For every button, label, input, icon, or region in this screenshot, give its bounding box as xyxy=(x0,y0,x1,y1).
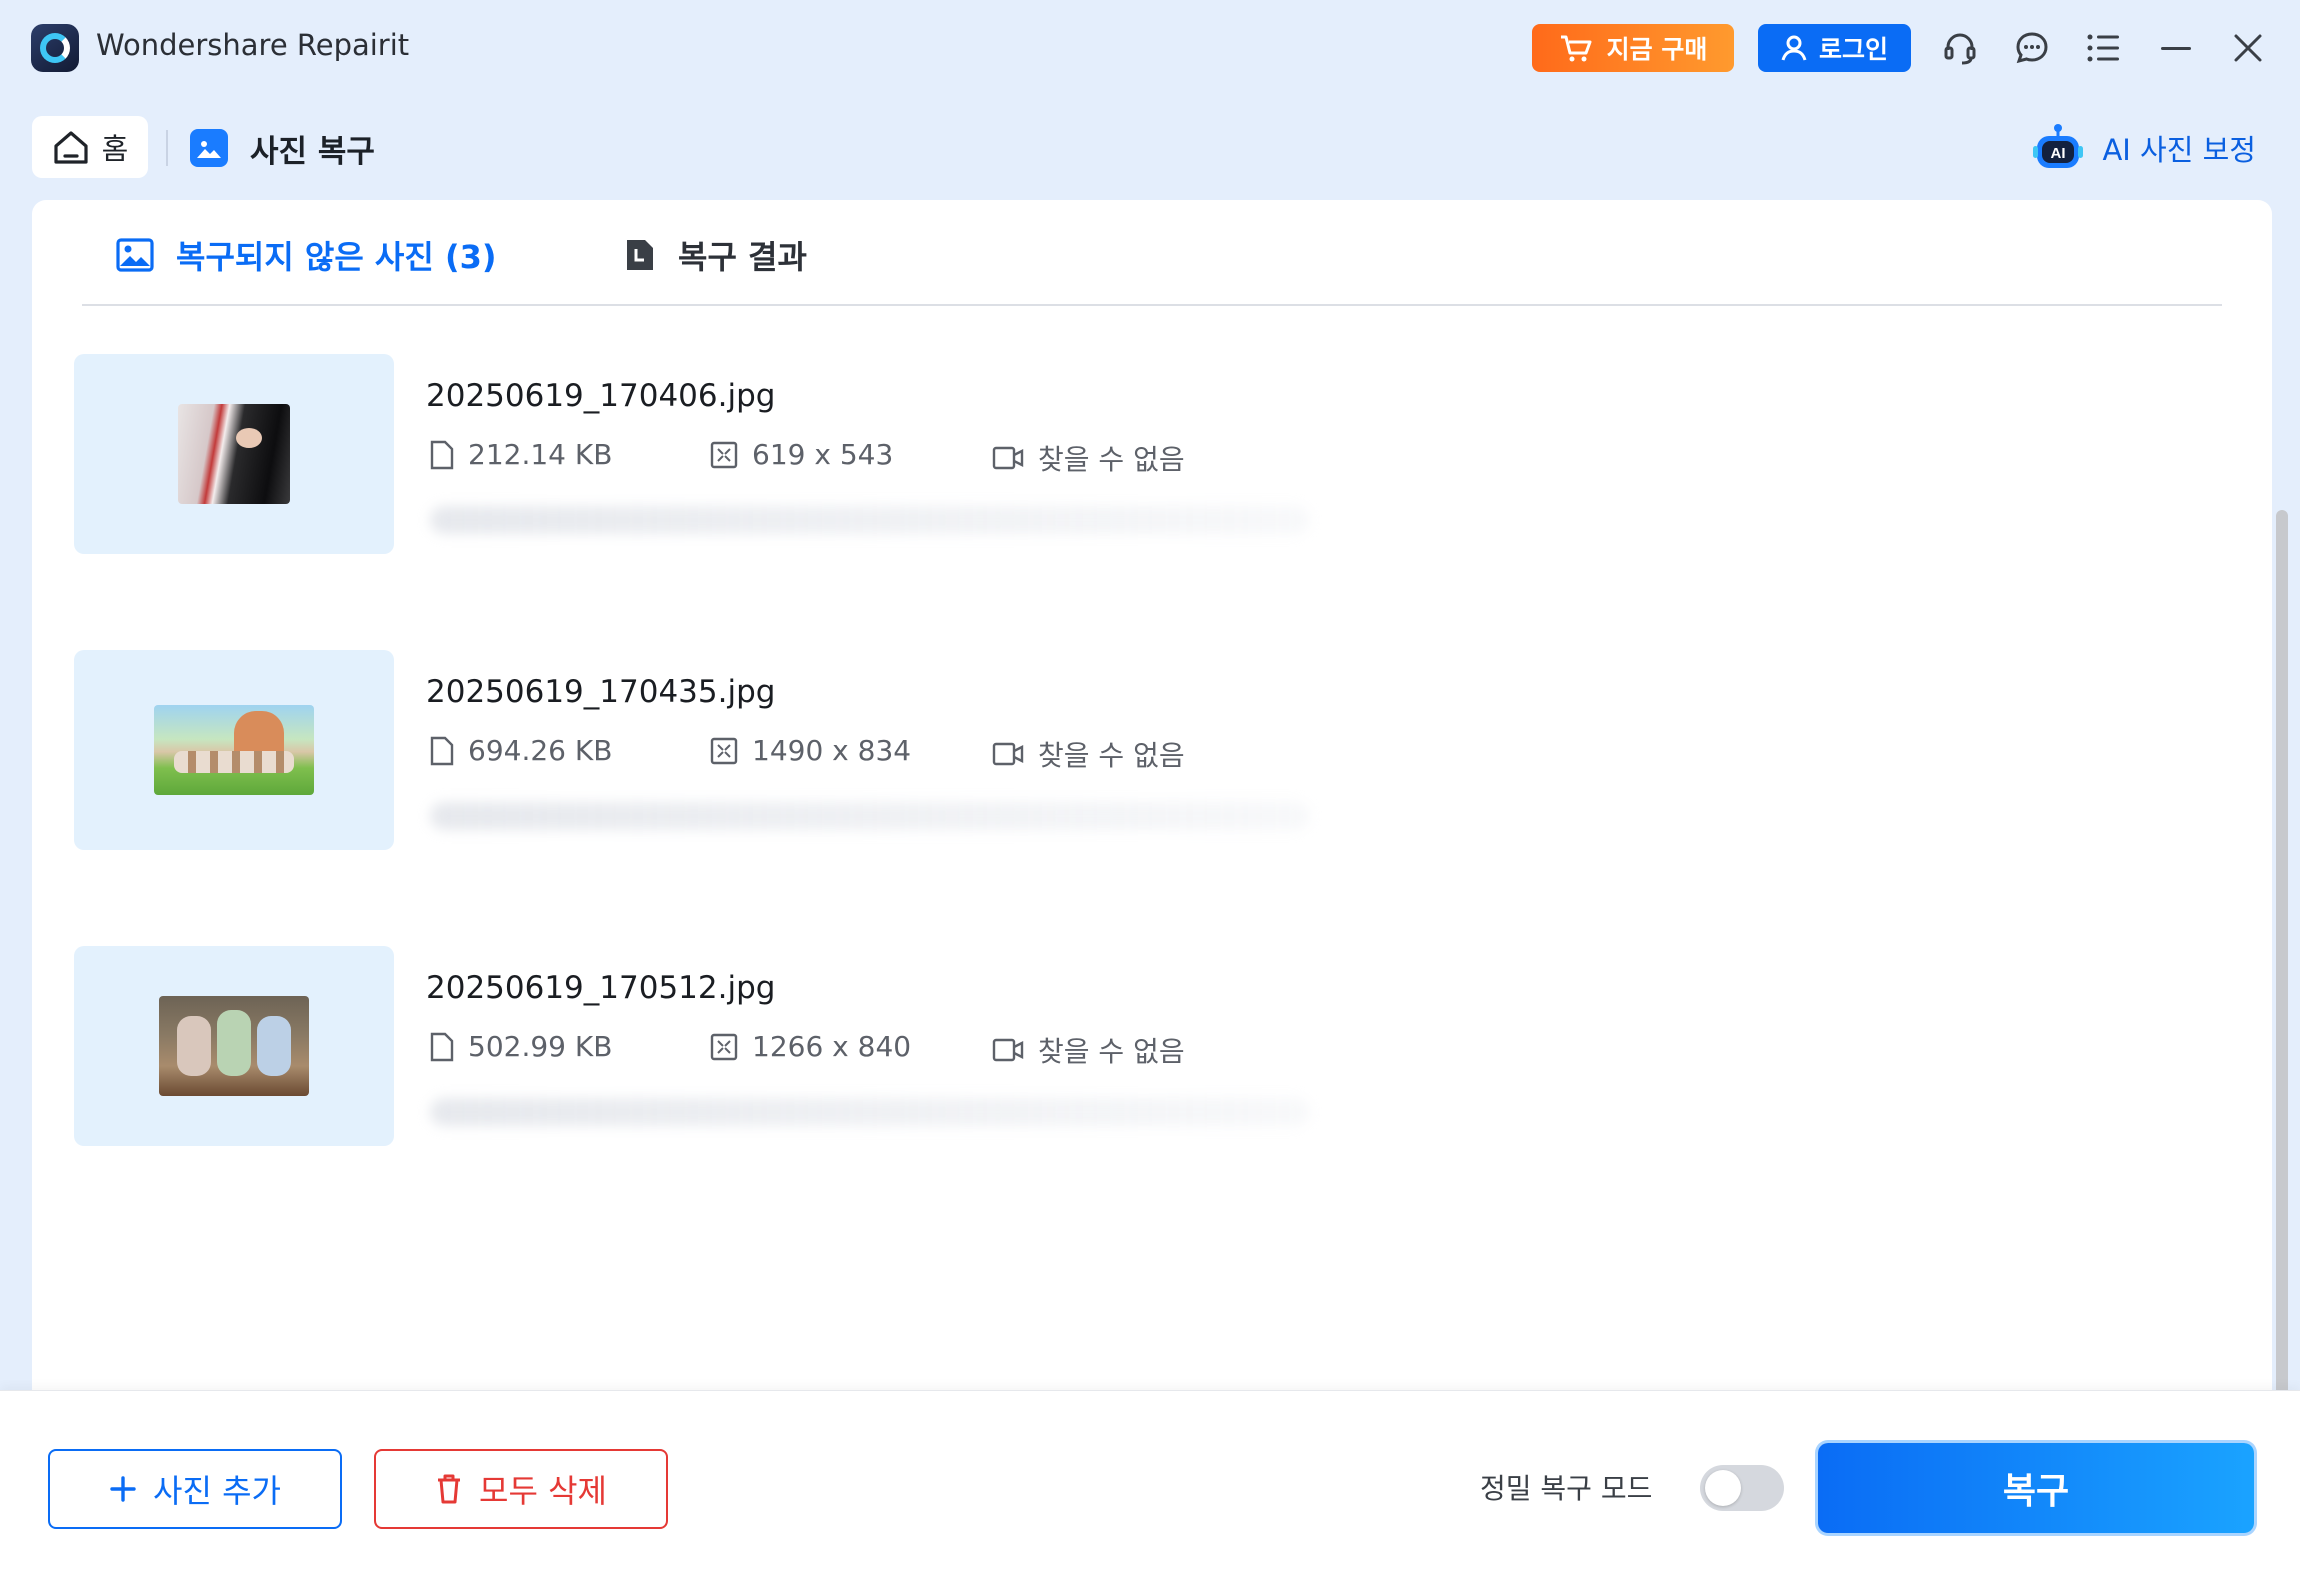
file-device-value: 찾을 수 없음 xyxy=(1038,1035,1185,1068)
svg-text:AI: AI xyxy=(2051,145,2066,162)
resolution-icon xyxy=(710,737,738,764)
home-icon xyxy=(54,131,88,164)
file-row: 20250619_170435.jpg 694.26 KB 1490 x 834… xyxy=(74,650,2214,946)
resolution-icon xyxy=(710,441,738,468)
scrollbar[interactable] xyxy=(2276,510,2288,1458)
file-icon xyxy=(430,440,454,469)
app-logo xyxy=(31,24,79,72)
precise-mode-label: 정밀 복구 모드 xyxy=(1480,1472,1653,1505)
file-device-value: 찾을 수 없음 xyxy=(1038,739,1185,772)
add-photo-button[interactable]: 사진 추가 xyxy=(48,1449,342,1529)
delete-all-button[interactable]: 모두 삭제 xyxy=(374,1449,668,1529)
file-dimensions: 1266 x 840 xyxy=(710,1030,911,1063)
file-size-value: 694.26 KB xyxy=(468,734,613,767)
toggle-knob xyxy=(1705,1470,1741,1506)
file-dimensions: 1490 x 834 xyxy=(710,734,911,767)
file-row: 20250619_170406.jpg 212.14 KB 619 x 543 … xyxy=(74,354,2214,650)
file-size: 212.14 KB xyxy=(430,438,612,471)
breadcrumb-divider xyxy=(166,130,168,166)
file-thumbnail xyxy=(74,354,394,554)
camera-icon xyxy=(992,446,1024,470)
resolution-icon xyxy=(710,1033,738,1060)
file-name: 20250619_170435.jpg xyxy=(426,674,776,710)
tab-repair-results[interactable]: 복구 결과 xyxy=(624,232,807,278)
breadcrumb-current: 사진 복구 xyxy=(190,122,375,174)
home-label: 홈 xyxy=(101,132,129,166)
minimize-icon[interactable] xyxy=(2154,26,2198,70)
menu-icon[interactable] xyxy=(2082,26,2126,70)
trash-icon xyxy=(438,1474,461,1504)
file-dimensions: 619 x 543 xyxy=(710,438,893,471)
tab-results-label: 복구 결과 xyxy=(678,238,807,276)
file-icon xyxy=(430,736,454,765)
repair-button[interactable]: 복구 xyxy=(1818,1443,2254,1533)
app-title: Wondershare Repairit xyxy=(96,28,410,62)
tab-unrepaired-label: 복구되지 않은 사진 (3) xyxy=(176,238,497,276)
close-icon[interactable] xyxy=(2226,26,2270,70)
file-row: 20250619_170512.jpg 502.99 KB 1266 x 840… xyxy=(74,946,2214,1242)
file-device: 찾을 수 없음 xyxy=(992,734,1185,774)
buy-now-button[interactable]: 지금 구매 xyxy=(1532,24,1734,72)
file-icon xyxy=(430,1032,454,1061)
file-name: 20250619_170406.jpg xyxy=(426,378,776,414)
feedback-icon[interactable] xyxy=(2010,26,2054,70)
buy-now-label: 지금 구매 xyxy=(1606,35,1708,64)
file-dimensions-value: 619 x 543 xyxy=(752,438,894,471)
blurred-details xyxy=(430,506,1310,534)
ai-enhance-label: AI 사진 보정 xyxy=(2102,133,2256,167)
file-size: 694.26 KB xyxy=(430,734,612,767)
login-label: 로그인 xyxy=(1818,35,1888,64)
login-button[interactable]: 로그인 xyxy=(1758,24,1911,72)
blurred-details xyxy=(430,1098,1310,1126)
image-icon xyxy=(116,238,154,272)
cart-icon xyxy=(1560,35,1592,62)
file-size: 502.99 KB xyxy=(430,1030,612,1063)
precise-mode-toggle[interactable] xyxy=(1700,1465,1784,1511)
ai-enhance-button[interactable]: AI AI 사진 보정 xyxy=(2032,118,2256,178)
file-name: 20250619_170512.jpg xyxy=(426,970,776,1006)
document-icon xyxy=(627,240,653,270)
file-size-value: 502.99 KB xyxy=(468,1030,613,1063)
title-bar: Wondershare Repairit 지금 구매 로그인 xyxy=(0,0,2300,96)
support-icon[interactable] xyxy=(1938,26,1982,70)
file-dimensions-value: 1490 x 834 xyxy=(752,734,912,767)
file-list: 20250619_170406.jpg 212.14 KB 619 x 543 … xyxy=(74,354,2214,1242)
camera-icon xyxy=(992,1038,1024,1062)
plus-icon xyxy=(110,1476,136,1502)
main-panel: 복구되지 않은 사진 (3) 복구 결과 20250619_170406.jpg… xyxy=(32,200,2288,1458)
ai-robot-icon: AI xyxy=(2033,124,2084,168)
add-photo-label: 사진 추가 xyxy=(153,1472,281,1510)
file-thumbnail xyxy=(74,946,394,1146)
page-title: 사진 복구 xyxy=(250,133,375,170)
file-device-value: 찾을 수 없음 xyxy=(1038,443,1185,476)
delete-all-label: 모두 삭제 xyxy=(479,1472,607,1510)
file-thumbnail xyxy=(74,650,394,850)
home-button[interactable]: 홈 xyxy=(32,116,148,178)
user-icon xyxy=(1781,35,1807,61)
file-device: 찾을 수 없음 xyxy=(992,1030,1185,1070)
photo-icon xyxy=(190,129,228,167)
file-device: 찾을 수 없음 xyxy=(992,438,1185,478)
file-dimensions-value: 1266 x 840 xyxy=(752,1030,912,1063)
tab-bar: 복구되지 않은 사진 (3) 복구 결과 xyxy=(82,226,2222,306)
footer-bar: 사진 추가 모두 삭제 정밀 복구 모드 복구 xyxy=(0,1390,2300,1584)
file-size-value: 212.14 KB xyxy=(468,438,613,471)
blurred-details xyxy=(430,802,1310,830)
tab-unrepaired-photos[interactable]: 복구되지 않은 사진 (3) xyxy=(116,232,496,278)
camera-icon xyxy=(992,742,1024,766)
